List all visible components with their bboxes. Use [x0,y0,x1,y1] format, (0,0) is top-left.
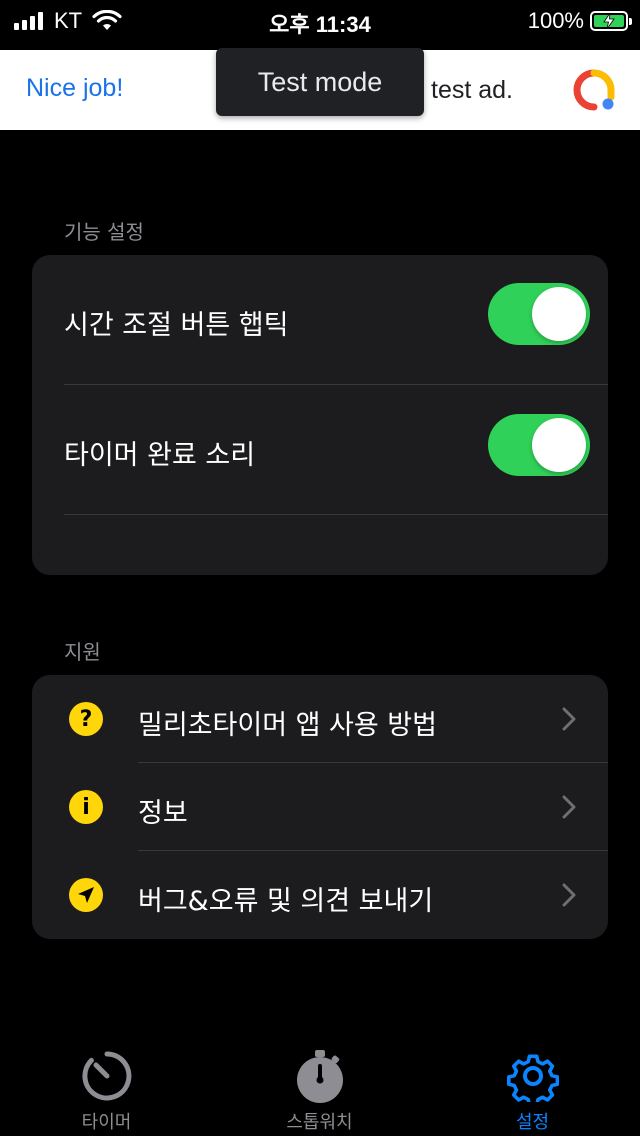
sound-toggle[interactable] [488,414,590,476]
tab-settings[interactable]: 설정 [426,1030,639,1136]
setting-label-haptic: 시간 조절 버튼 햅틱 [64,310,289,341]
section-header-features: 기능 설정 [64,220,144,244]
ad-logo-icon[interactable] [571,67,617,113]
chevron-right-icon [562,795,576,819]
toggle-knob [532,418,586,472]
chevron-right-icon [562,883,576,907]
support-label-info: 정보 [138,798,188,829]
tab-label-settings: 설정 [515,1112,550,1133]
gear-icon [506,1054,559,1102]
paper-plane-icon [69,878,103,912]
toggle-knob [532,287,586,341]
haptic-toggle[interactable] [488,283,590,345]
support-row-howto[interactable]: ? 밀리초타이머 앱 사용 방법 [32,675,608,763]
tab-label-timer: 타이머 [81,1112,132,1133]
section-header-support: 지원 [64,640,101,664]
tab-stopwatch[interactable]: 스톱워치 [213,1030,426,1136]
status-bar: KT 오후 11:34 100% [0,0,640,42]
row-divider [64,514,608,515]
tab-label-stopwatch: 스톱워치 [286,1112,353,1133]
battery-percent: 100% [527,8,584,33]
tab-timer[interactable]: 타이머 [0,1030,213,1136]
support-label-howto: 밀리초타이머 앱 사용 방법 [138,710,437,741]
question-icon: ? [69,702,103,736]
ad-body-text[interactable]: test ad. [431,76,513,105]
info-icon: i [69,790,103,824]
ad-headline[interactable]: Nice job! [26,74,123,103]
setting-row-sound: 타이머 완료 소리 [32,385,608,514]
battery-charging-icon [590,11,632,31]
settings-screen: KT 오후 11:34 100% Nice job! test ad. Test… [0,0,640,1136]
support-row-info[interactable]: i 정보 [32,763,608,851]
setting-label-sound: 타이머 완료 소리 [64,440,256,471]
stopwatch-icon [296,1050,343,1103]
support-row-feedback[interactable]: 버그&오류 및 의견 보내기 [32,851,608,939]
test-mode-toast: Test mode [216,48,424,116]
chevron-right-icon [562,707,576,731]
feature-settings-card: 시간 조절 버튼 햅틱 타이머 완료 소리 [32,255,608,575]
setting-row-haptic: 시간 조절 버튼 햅틱 [32,255,608,384]
support-label-feedback: 버그&오류 및 의견 보내기 [138,886,434,917]
support-card: ? 밀리초타이머 앱 사용 방법 i 정보 버그&오류 및 의견 보내기 [32,675,608,939]
timer-icon [81,1051,131,1101]
tab-bar: 타이머 스톱워치 설정 [0,1030,640,1136]
